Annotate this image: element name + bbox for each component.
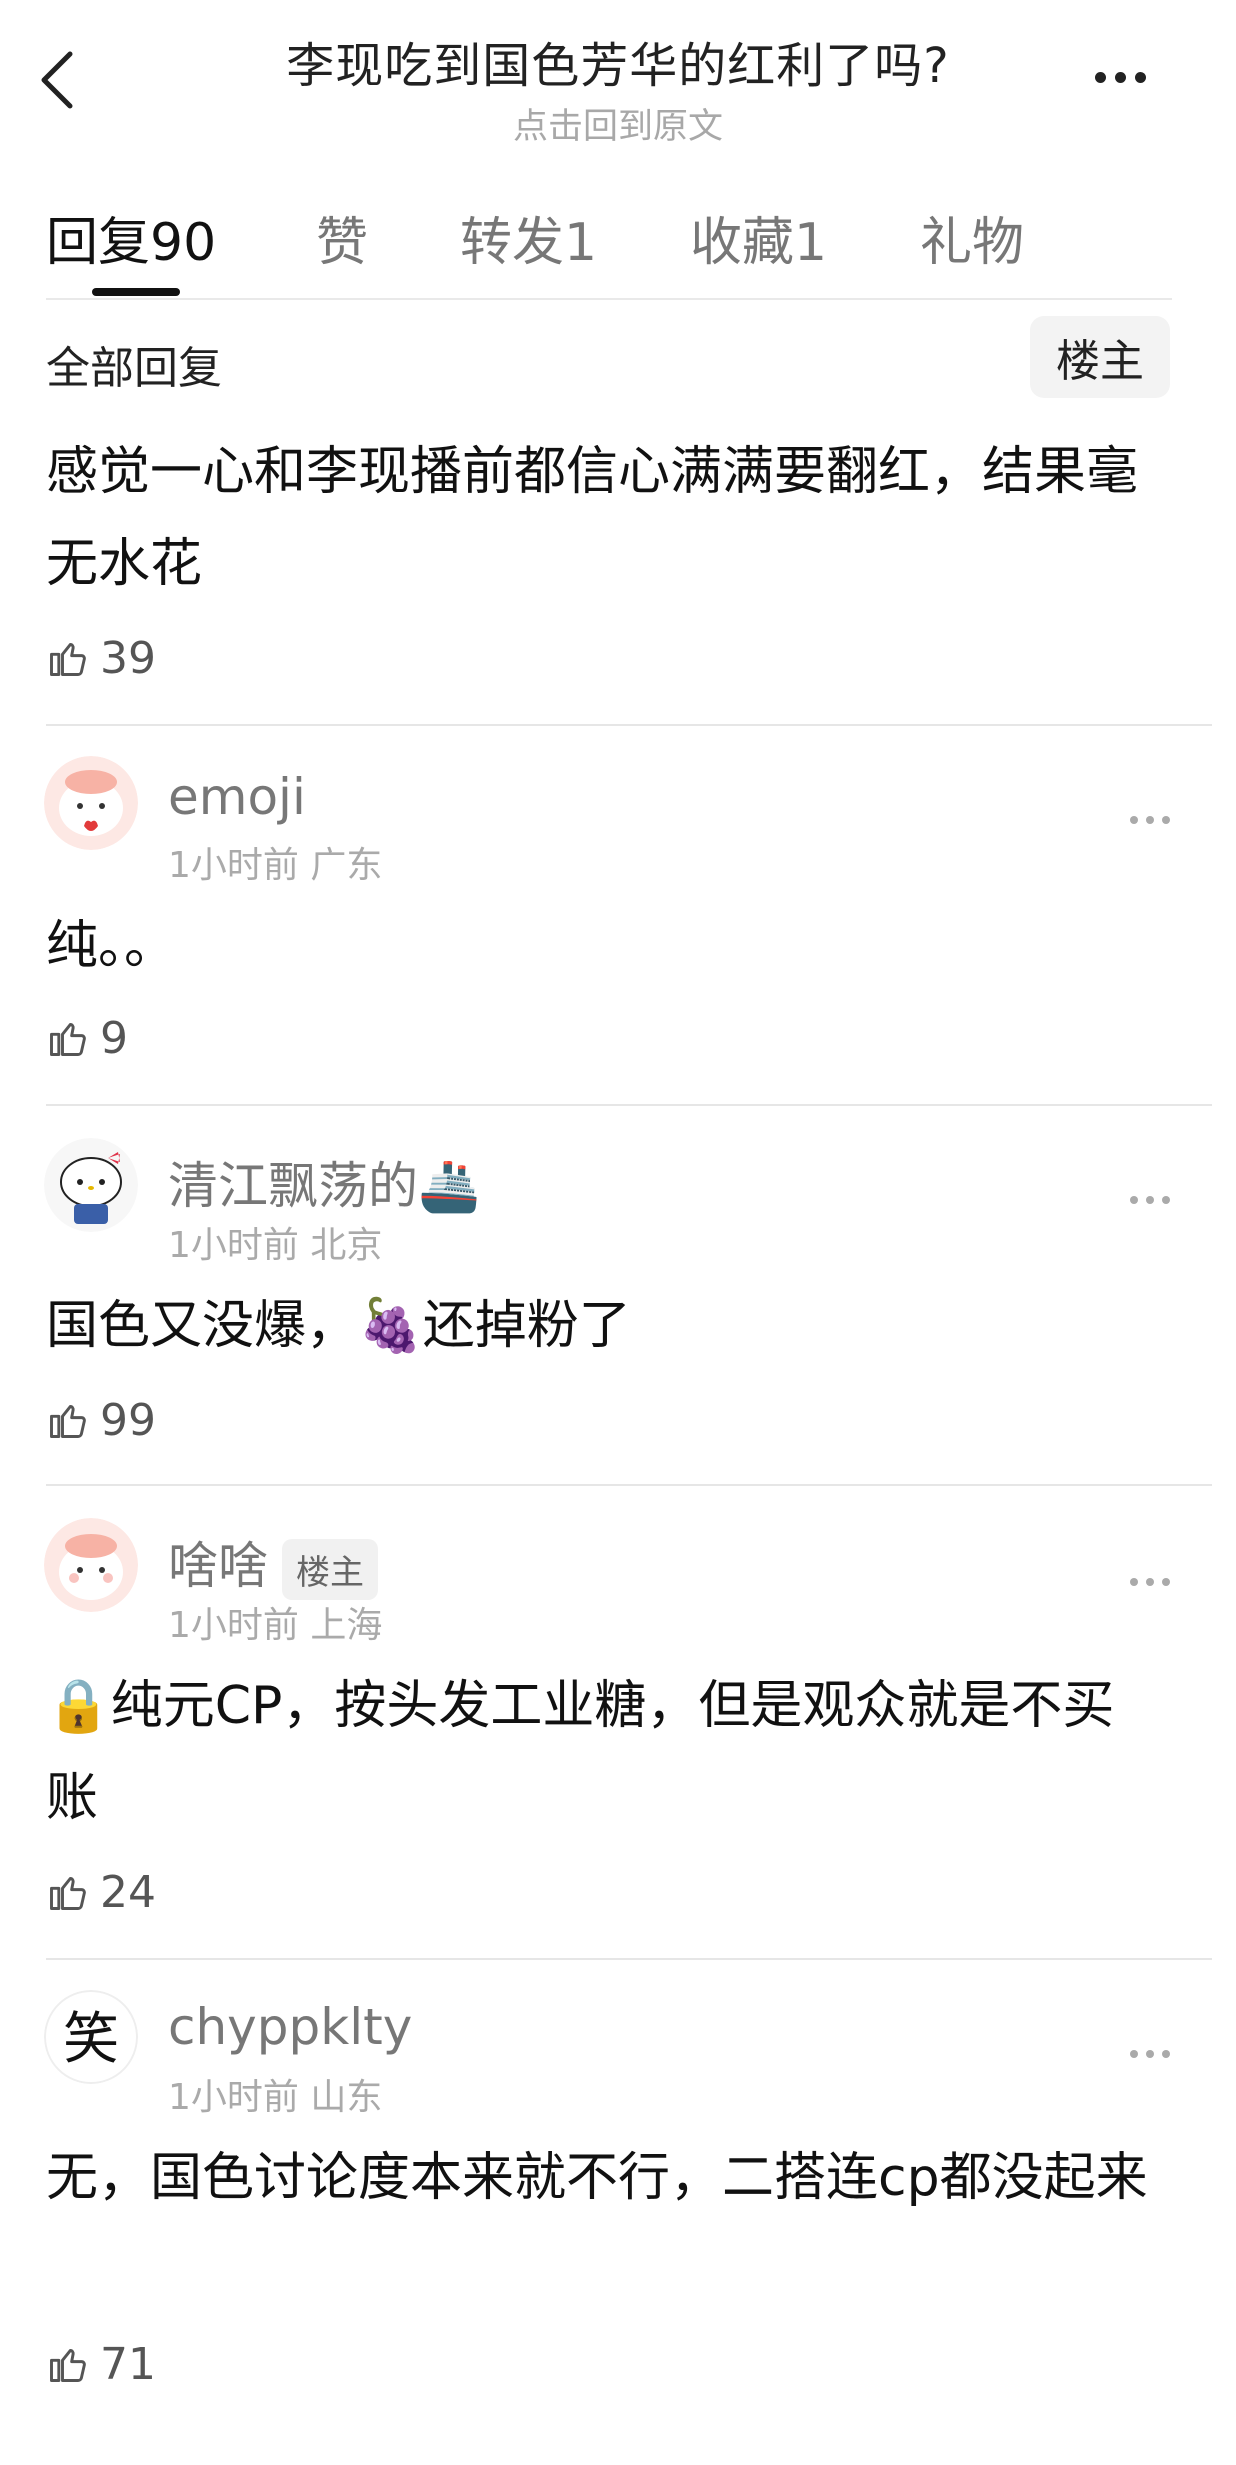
tab-reposts[interactable]: 转发1 (460, 200, 597, 275)
avatar-image: 笑 (44, 1990, 138, 2084)
like-count: 39 (100, 632, 156, 684)
post-text: 感觉一心和李现播前都信心满满要翻红，结果毫无水花 (46, 442, 1139, 594)
comment-username[interactable]: emoji (168, 768, 306, 826)
avatar[interactable] (44, 756, 138, 850)
thumbs-up-icon (50, 2348, 86, 2382)
like-count: 71 (100, 2338, 156, 2390)
tab-replies[interactable]: 回复90 (46, 200, 216, 275)
svg-text:笑: 笑 (63, 2007, 119, 2072)
divider (46, 724, 1212, 726)
comment-time: 1小时前 (168, 2077, 299, 2118)
comment-username[interactable]: chyppklty (168, 1998, 412, 2056)
divider (46, 298, 1172, 300)
comment-text: 无，国色讨论度本来就不行，二搭连cp都没起来 (46, 2148, 1148, 2208)
comment-time: 1小时前 (168, 845, 299, 886)
comment-meta: 1小时前 山东 (168, 2068, 382, 2120)
all-replies-label[interactable]: 全部回复 (46, 332, 222, 396)
like-button[interactable]: 71 (46, 2334, 156, 2394)
comment-text: 🔒纯元CP，按头发工业糖，但是观众就是不买账 (46, 1676, 1115, 1828)
tab-gifts[interactable]: 礼物 (920, 200, 1024, 275)
op-badge: 楼主 (282, 1539, 378, 1600)
comment-time: 1小时前 (168, 1605, 299, 1646)
page-title[interactable]: 李现吃到国色芳华的红利了吗? (0, 26, 1236, 96)
divider (46, 1104, 1212, 1106)
tab-likes[interactable]: 赞 (316, 200, 368, 275)
like-button[interactable]: 24 (46, 1862, 156, 1922)
comment-location: 北京 (310, 1225, 383, 1266)
comment-text: 国色又没爆，🍇还掉粉了 (46, 1296, 631, 1356)
thumbs-up-icon (50, 1022, 86, 1056)
avatar[interactable] (44, 1518, 138, 1612)
comment-username[interactable]: 啥啥 楼主 (168, 1526, 378, 1600)
comment-more-icon[interactable] (1120, 800, 1180, 840)
like-count: 9 (100, 1012, 128, 1064)
divider (46, 1958, 1212, 1960)
comment-time: 1小时前 (168, 1225, 299, 1266)
comment-more-icon[interactable] (1120, 1562, 1180, 1602)
more-options-icon[interactable] (1080, 52, 1160, 102)
avatar-image (44, 1518, 138, 1612)
divider (46, 1484, 1212, 1486)
comment-meta: 1小时前 北京 (168, 1216, 382, 1268)
thumbs-up-icon (50, 1876, 86, 1910)
like-button[interactable]: 99 (46, 1390, 156, 1450)
comment-more-icon[interactable] (1120, 1180, 1180, 1220)
avatar[interactable]: 笑 (44, 1990, 138, 2084)
like-button[interactable]: 9 (46, 1008, 128, 1068)
back-to-original-link[interactable]: 点击回到原文 (0, 98, 1236, 149)
avatar-image (44, 756, 138, 850)
owner-only-filter-button[interactable]: 楼主 (1030, 316, 1170, 398)
active-tab-indicator (92, 288, 180, 296)
avatar-image (44, 1138, 138, 1232)
comment-location: 山东 (310, 2077, 383, 2118)
comment-username-text: 啥啥 (168, 1537, 268, 1595)
like-count: 99 (100, 1394, 156, 1446)
thumbs-up-icon (50, 642, 86, 676)
comment-location: 广东 (310, 845, 383, 886)
like-count: 24 (100, 1866, 156, 1918)
comment-meta: 1小时前 上海 (168, 1596, 382, 1648)
comment-meta: 1小时前 广东 (168, 836, 382, 888)
avatar[interactable] (44, 1138, 138, 1232)
comment-username[interactable]: 清江飘荡的🚢 (168, 1146, 480, 1218)
comment-more-icon[interactable] (1120, 2034, 1180, 2074)
like-button[interactable]: 39 (46, 628, 156, 688)
tab-favorites[interactable]: 收藏1 (690, 200, 827, 275)
comment-text: 纯。。 (46, 916, 177, 976)
thumbs-up-icon (50, 1404, 86, 1438)
comment-location: 上海 (310, 1605, 383, 1646)
